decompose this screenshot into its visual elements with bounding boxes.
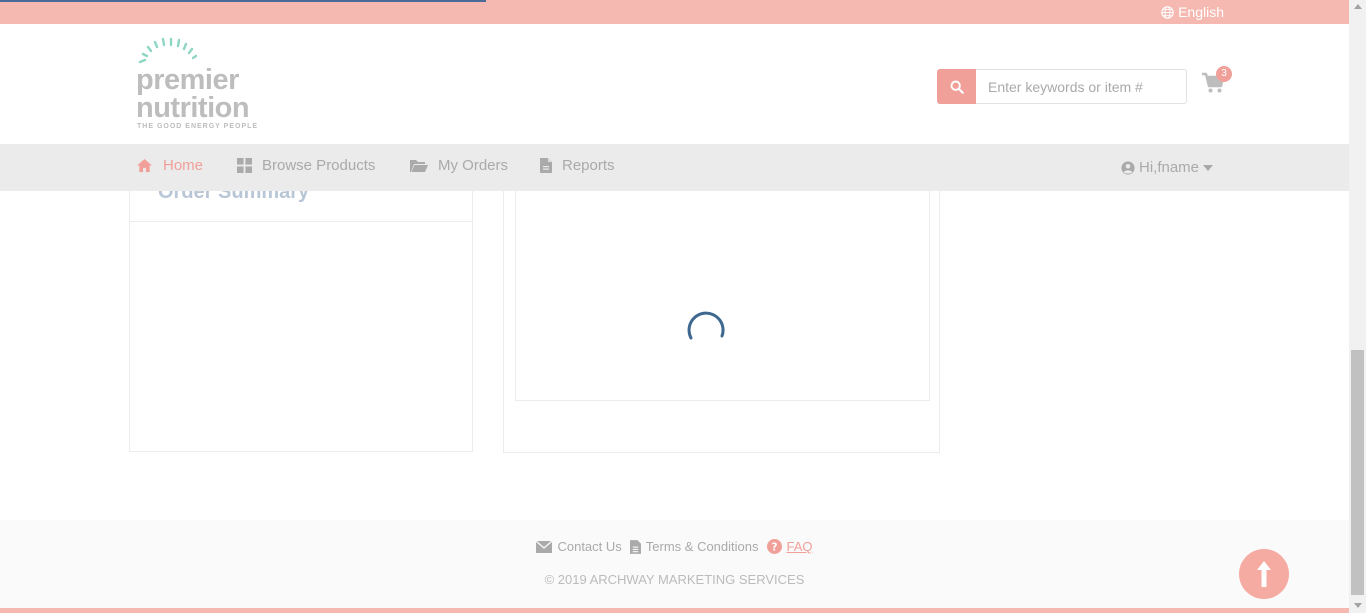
question-circle-icon: ? bbox=[766, 539, 782, 554]
contact-us-link[interactable]: Contact Us bbox=[536, 539, 622, 554]
user-greeting: Hi,fname bbox=[1139, 159, 1200, 176]
faq-label: FAQ bbox=[786, 539, 813, 554]
grid-icon bbox=[237, 158, 252, 173]
globe-icon bbox=[1161, 5, 1174, 19]
site-header: premier nutrition THE GOOD ENERGY PEOPLE… bbox=[0, 24, 1349, 144]
nav-label-my-orders: My Orders bbox=[438, 157, 509, 174]
terms-link[interactable]: Terms & Conditions bbox=[629, 539, 759, 554]
brand-name-line2: nutrition bbox=[136, 92, 250, 124]
search-bar bbox=[937, 69, 1187, 104]
terms-label: Terms & Conditions bbox=[645, 539, 759, 554]
nav-item-browse-products[interactable]: Browse Products bbox=[237, 157, 375, 174]
envelope-icon bbox=[536, 540, 553, 553]
contact-us-label: Contact Us bbox=[557, 539, 622, 554]
caret-down-icon bbox=[1203, 164, 1214, 171]
site-footer: Contact Us Terms & Conditions ? FAQ © 20… bbox=[0, 520, 1349, 608]
loading-spinner-icon bbox=[687, 311, 725, 340]
nav-item-reports[interactable]: Reports bbox=[540, 157, 615, 174]
page-scrollbar[interactable] bbox=[1349, 0, 1366, 613]
folder-icon bbox=[410, 159, 428, 172]
faq-link[interactable]: ? FAQ bbox=[766, 539, 813, 554]
bottom-accent-strip bbox=[0, 608, 1349, 613]
copyright-text: © 2019 ARCHWAY MARKETING SERVICES bbox=[544, 572, 805, 587]
scroll-down-arrow-icon[interactable] bbox=[1354, 603, 1362, 608]
brand-logo[interactable]: premier nutrition THE GOOD ENERGY PEOPLE bbox=[136, 36, 276, 136]
language-label: English bbox=[1178, 4, 1224, 20]
home-icon bbox=[137, 158, 152, 173]
page: English premier nutrition THE GOOD ENERG… bbox=[0, 0, 1366, 613]
nav-item-my-orders[interactable]: My Orders bbox=[410, 157, 508, 174]
top-bar: English bbox=[0, 0, 1349, 24]
scrollbar-thumb[interactable] bbox=[1351, 350, 1364, 595]
user-menu-dropdown[interactable]: Hi,fname bbox=[1121, 159, 1214, 176]
footer-links: Contact Us Terms & Conditions ? FAQ bbox=[0, 539, 1349, 554]
search-icon bbox=[950, 80, 964, 94]
user-circle-icon bbox=[1121, 160, 1135, 175]
brand-tagline: THE GOOD ENERGY PEOPLE bbox=[137, 123, 259, 130]
nav-label-reports: Reports bbox=[562, 157, 615, 174]
language-selector[interactable]: English bbox=[1161, 4, 1224, 20]
document-icon bbox=[629, 539, 641, 554]
brand-name-line1: premier bbox=[136, 64, 239, 96]
arrow-up-icon bbox=[1257, 561, 1271, 587]
main-nav: Home Browse Products My Orders Reports H… bbox=[0, 144, 1349, 191]
nav-item-home[interactable]: Home bbox=[136, 157, 203, 174]
search-input[interactable] bbox=[976, 69, 1187, 104]
nav-label-browse-products: Browse Products bbox=[262, 157, 376, 174]
scroll-to-top-button[interactable] bbox=[1239, 549, 1289, 599]
cart-button[interactable]: 3 bbox=[1201, 66, 1232, 100]
nav-label-home: Home bbox=[163, 157, 204, 174]
cart-count-badge: 3 bbox=[1216, 66, 1232, 82]
search-button[interactable] bbox=[937, 69, 976, 104]
loading-progress-bar bbox=[0, 0, 486, 2]
file-icon bbox=[540, 158, 552, 173]
scroll-up-arrow-icon[interactable] bbox=[1354, 4, 1362, 9]
svg-text:?: ? bbox=[771, 541, 777, 553]
